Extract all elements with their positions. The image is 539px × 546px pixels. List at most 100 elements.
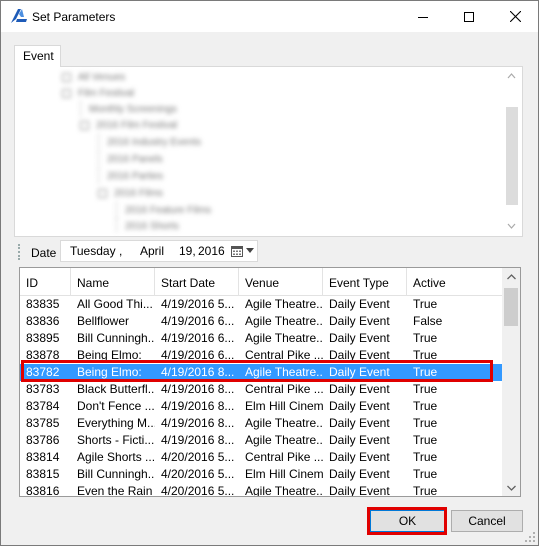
tree-item[interactable]: 2016 Film Festival bbox=[80, 117, 177, 133]
cell-id: 83835 bbox=[26, 297, 60, 311]
table-row[interactable]: 83895 Bill Cunningh... 4/19/2016 6... Agile… bbox=[20, 330, 502, 347]
date-month[interactable]: April bbox=[140, 244, 164, 258]
tree-item[interactable]: Film Festival bbox=[62, 85, 134, 101]
cell-active: True bbox=[413, 484, 438, 496]
expander-icon[interactable] bbox=[80, 120, 89, 130]
calendar-dropdown-button[interactable] bbox=[231, 243, 255, 259]
table-row[interactable]: 83786 Shorts - Ficti... 4/19/2016 8... Agil… bbox=[20, 432, 502, 449]
ok-button[interactable]: OK bbox=[370, 510, 445, 532]
column-header-start-date[interactable]: Start Date bbox=[155, 268, 239, 296]
window-title: Set Parameters bbox=[32, 10, 116, 24]
tree-item[interactable]: 2016 Panels bbox=[98, 151, 163, 167]
date-year[interactable]: 2016 bbox=[198, 244, 225, 258]
table-row[interactable]: 83785 Everything M... 4/19/2016 8... Agile … bbox=[20, 415, 502, 432]
cell-venue: Agile Theatre... bbox=[245, 484, 323, 496]
chevron-up-icon bbox=[506, 273, 516, 279]
cell-name: Being Elmo: bbox=[77, 365, 142, 379]
cell-start-date: 4/19/2016 6... bbox=[161, 314, 235, 328]
table-row[interactable]: 83878 Being Elmo: 4/19/2016 6... Central Pi… bbox=[20, 347, 502, 364]
table-row[interactable]: 83836 Bellflower 4/19/2016 6... Agile Theat… bbox=[20, 313, 502, 330]
table-row[interactable]: 83814 Agile Shorts ... 4/20/2016 5... Centr… bbox=[20, 449, 502, 466]
cell-id: 83895 bbox=[26, 331, 60, 345]
cell-event-type: Daily Event bbox=[329, 365, 390, 379]
cell-name: All Good Thi... bbox=[77, 297, 153, 311]
table-row-selected[interactable]: 83782 Being Elmo: 4/19/2016 8... Agile Thea… bbox=[20, 364, 502, 381]
grid-scroll-thumb[interactable] bbox=[504, 288, 518, 326]
cell-venue: Central Pike ... bbox=[245, 348, 323, 362]
maximize-button[interactable] bbox=[446, 1, 492, 32]
cell-id: 83836 bbox=[26, 314, 60, 328]
cell-event-type: Daily Event bbox=[329, 314, 390, 328]
cell-id: 83816 bbox=[26, 484, 60, 496]
expander-icon[interactable] bbox=[62, 72, 71, 82]
tree-scroll-thumb[interactable] bbox=[506, 107, 518, 205]
cell-id: 83878 bbox=[26, 348, 60, 362]
set-parameters-dialog: Set Parameters Event All Venues Film Fes… bbox=[0, 0, 539, 546]
cell-active: True bbox=[413, 433, 438, 447]
cell-active: True bbox=[413, 416, 438, 430]
grid-header: ID Name Start Date Venue Event Type Acti… bbox=[20, 268, 502, 296]
tab-event[interactable]: Event bbox=[14, 45, 61, 67]
scroll-up-icon[interactable] bbox=[504, 71, 519, 81]
cell-venue: Agile Theatre... bbox=[245, 433, 323, 447]
cell-name: Bill Cunningh... bbox=[77, 467, 155, 481]
table-row[interactable]: 83815 Bill Cunningh... 4/20/2016 5... Elm H… bbox=[20, 466, 502, 483]
cell-event-type: Daily Event bbox=[329, 382, 390, 396]
column-header-name[interactable]: Name bbox=[71, 268, 155, 296]
expander-icon[interactable] bbox=[62, 88, 71, 98]
column-header-active[interactable]: Active bbox=[407, 268, 502, 296]
grid-scroll-down-button[interactable] bbox=[502, 479, 520, 496]
tree-item[interactable]: 2016 Films bbox=[98, 185, 163, 201]
column-header-event-type[interactable]: Event Type bbox=[323, 268, 407, 296]
scroll-down-icon[interactable] bbox=[504, 221, 519, 231]
date-weekday[interactable]: Tuesday bbox=[70, 244, 116, 258]
table-row[interactable]: 83835 All Good Thi... 4/19/2016 5... Agile … bbox=[20, 296, 502, 313]
cell-event-type: Daily Event bbox=[329, 399, 390, 413]
cell-start-date: 4/19/2016 8... bbox=[161, 382, 235, 396]
table-row[interactable]: 83783 Black Butterfl... 4/19/2016 8... Cent… bbox=[20, 381, 502, 398]
tree-item[interactable]: All Venues bbox=[62, 69, 125, 85]
event-tree[interactable]: All Venues Film Festival Monthly Screeni… bbox=[20, 68, 501, 233]
cell-active: True bbox=[413, 365, 438, 379]
cell-start-date: 4/20/2016 5... bbox=[161, 467, 235, 481]
cell-venue: Agile Theatre... bbox=[245, 297, 323, 311]
chevron-down-icon bbox=[246, 248, 254, 253]
table-row[interactable]: 83784 Don't Fence ... 4/19/2016 8... Elm Hi… bbox=[20, 398, 502, 415]
cell-id: 83782 bbox=[26, 365, 60, 379]
resize-grip-icon[interactable] bbox=[525, 532, 535, 542]
toolbar-grip[interactable] bbox=[18, 244, 20, 260]
tree-item[interactable]: Monthly Screenings bbox=[80, 101, 177, 117]
title-bar[interactable]: Set Parameters bbox=[1, 1, 538, 32]
tree-item[interactable]: 2016 Feature Films bbox=[116, 202, 211, 218]
cell-start-date: 4/19/2016 6... bbox=[161, 348, 235, 362]
tree-item[interactable]: 2016 Shorts bbox=[116, 218, 179, 233]
cell-id: 83786 bbox=[26, 433, 60, 447]
column-header-id[interactable]: ID bbox=[20, 268, 71, 296]
cell-venue: Elm Hill Cinema bbox=[245, 467, 323, 481]
cell-active: True bbox=[413, 297, 438, 311]
date-picker[interactable]: Tuesday , April 19, 2016 bbox=[60, 240, 258, 262]
tree-item[interactable]: 2016 Parties bbox=[98, 168, 163, 184]
date-day[interactable]: 19, bbox=[179, 244, 196, 258]
cell-venue: Central Pike ... bbox=[245, 382, 323, 396]
tree-item[interactable]: 2016 Industry Events bbox=[98, 134, 201, 150]
tree-scrollbar[interactable] bbox=[504, 71, 519, 231]
cell-event-type: Daily Event bbox=[329, 348, 390, 362]
cell-start-date: 4/19/2016 8... bbox=[161, 399, 235, 413]
grid-scrollbar[interactable] bbox=[502, 268, 520, 496]
cell-name: Even the Rain bbox=[77, 484, 153, 496]
events-grid: ID Name Start Date Venue Event Type Acti… bbox=[19, 267, 521, 497]
minimize-button[interactable] bbox=[400, 1, 446, 32]
cell-id: 83815 bbox=[26, 467, 60, 481]
cell-venue: Agile Theatre... bbox=[245, 331, 323, 345]
cell-start-date: 4/20/2016 5... bbox=[161, 484, 235, 496]
cell-name: Bill Cunningh... bbox=[77, 331, 155, 345]
cell-id: 83814 bbox=[26, 450, 60, 464]
column-header-venue[interactable]: Venue bbox=[239, 268, 323, 296]
cell-event-type: Daily Event bbox=[329, 484, 390, 496]
close-button[interactable] bbox=[492, 1, 538, 32]
table-row[interactable]: 83816 Even the Rain 4/20/2016 5... Agile Th… bbox=[20, 483, 502, 496]
expander-icon[interactable] bbox=[98, 188, 107, 198]
grid-scroll-up-button[interactable] bbox=[502, 268, 520, 285]
cancel-button[interactable]: Cancel bbox=[451, 510, 523, 532]
